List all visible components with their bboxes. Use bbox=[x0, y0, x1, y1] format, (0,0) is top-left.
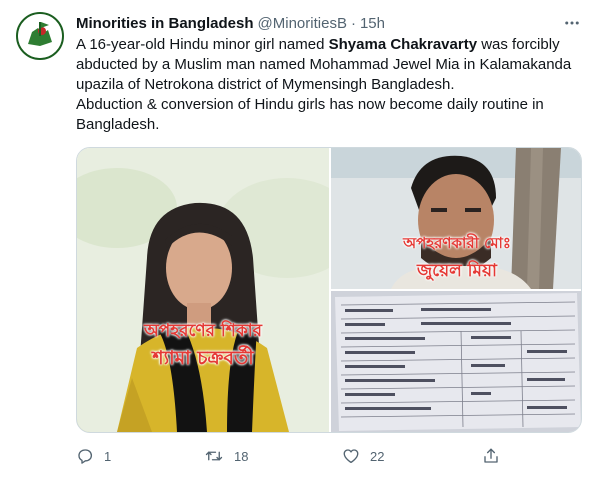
avatar[interactable] bbox=[16, 12, 64, 60]
tweet-header: Minorities in Bangladesh @MinoritiesB · … bbox=[76, 13, 385, 33]
heart-icon bbox=[343, 449, 359, 464]
tweet-text-paragraph-2: Abduction & conversion of Hindu girls ha… bbox=[76, 96, 544, 133]
document-photo-illustration bbox=[331, 291, 581, 432]
victim-caption-line-2: শ্যামা চক্রবর্তী bbox=[152, 347, 254, 369]
victim-photo-illustration bbox=[77, 148, 329, 432]
reply-button[interactable]: 1 bbox=[76, 444, 111, 468]
media-image-accused[interactable]: অপহরণকারী মোঃ জুয়েল মিয়া bbox=[331, 148, 581, 289]
tweet-text: A 16-year-old Hindu minor girl named Shy… bbox=[76, 35, 576, 135]
tweet-text-highlight: Shyama Chakravarty bbox=[328, 36, 478, 53]
tweet-actions: 1 18 22 bbox=[76, 444, 582, 468]
tweet-text-paragraph-1: A 16-year-old Hindu minor girl named Shy… bbox=[76, 35, 576, 95]
media-image-victim[interactable]: অপহরণের শিকার শ্যামা চক্রবর্তী bbox=[77, 148, 329, 432]
tweet-text-part-1: A 16-year-old Hindu minor girl named bbox=[76, 36, 329, 53]
avatar-logo-icon bbox=[18, 14, 62, 58]
share-button[interactable] bbox=[482, 444, 500, 468]
like-button[interactable]: 22 bbox=[342, 444, 384, 468]
more-horizontal-icon bbox=[565, 21, 579, 25]
share-icon bbox=[484, 448, 498, 463]
author-name[interactable]: Minorities in Bangladesh bbox=[76, 15, 254, 32]
tweet-card[interactable]: Minorities in Bangladesh @MinoritiesB · … bbox=[0, 0, 600, 479]
like-count: 22 bbox=[370, 448, 385, 464]
accused-caption-line-1: অপহরণকারী মোঃ bbox=[403, 234, 511, 252]
tweet-timestamp[interactable]: 15h bbox=[360, 15, 385, 32]
media-image-document[interactable] bbox=[331, 291, 581, 432]
author-handle[interactable]: @MinoritiesB bbox=[258, 15, 347, 32]
reply-count: 1 bbox=[104, 448, 112, 464]
accused-caption-line-2: জুয়েল মিয়া bbox=[417, 261, 497, 281]
more-options-button[interactable] bbox=[562, 13, 582, 33]
retweet-count: 18 bbox=[234, 448, 249, 464]
retweet-icon bbox=[205, 451, 223, 461]
reply-icon bbox=[78, 449, 93, 464]
retweet-button[interactable]: 18 bbox=[204, 444, 248, 468]
media-grid: অপহরণের শিকার শ্যামা চক্রবর্তী অপহরণকারী… bbox=[76, 147, 582, 433]
separator-dot: · bbox=[350, 14, 356, 32]
victim-caption-line-1: অপহরণের শিকার bbox=[143, 321, 263, 341]
